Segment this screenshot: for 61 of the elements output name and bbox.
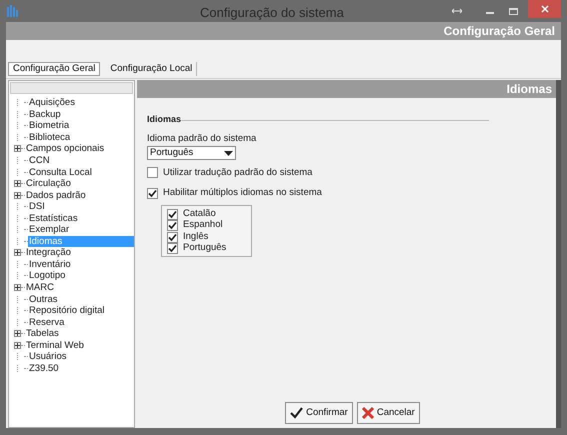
resize-icon[interactable]: [452, 8, 462, 14]
tree-item[interactable]: Inventário: [28, 258, 72, 270]
tree-item[interactable]: CCN: [28, 155, 51, 166]
tree-item[interactable]: Biblioteca: [28, 132, 72, 143]
checkbox[interactable]: [147, 188, 158, 199]
dropdown-arrow-icon: [224, 148, 233, 157]
checkbox[interactable]: [147, 167, 158, 178]
tree-item[interactable]: Z39.50: [28, 362, 60, 374]
checkbox[interactable]: [167, 232, 178, 242]
tab[interactable]: Configuração Local: [106, 62, 198, 76]
field-label: Idioma padrão do sistema: [147, 132, 258, 146]
tree-item[interactable]: Backup: [28, 108, 62, 120]
maximize-icon[interactable]: [509, 8, 518, 14]
section-title: Idiomas: [506, 81, 552, 98]
checkbox-label: Utilizar tradução padrão do sistema: [163, 166, 312, 180]
language-dropdown[interactable]: Português: [147, 146, 236, 160]
tree-item[interactable]: Integração: [25, 247, 72, 258]
tree-item[interactable]: Tabelas: [25, 328, 60, 340]
tree-item[interactable]: Reserva: [28, 316, 66, 328]
checkbox-label: Habilitar múltiplos idiomas no sistema: [163, 186, 322, 200]
close-button[interactable]: [528, 0, 561, 18]
tree-item[interactable]: Aquisições: [28, 97, 76, 108]
language-label: Espanhol: [183, 218, 223, 232]
tree-item[interactable]: MARC: [25, 282, 55, 294]
expand-icon[interactable]: [14, 145, 21, 152]
tree-item[interactable]: Exemplar: [28, 224, 70, 236]
expand-icon[interactable]: [14, 249, 21, 256]
tree-filter-field[interactable]: [10, 82, 133, 94]
expand-icon[interactable]: [14, 342, 21, 349]
checkbox[interactable]: [167, 208, 178, 220]
expand-icon[interactable]: [14, 192, 21, 199]
tree-item[interactable]: Usuários: [28, 351, 68, 362]
language-label: Inglês: [183, 230, 208, 243]
header-title: Configuração Geral: [444, 23, 555, 40]
tree-item[interactable]: DSI: [28, 201, 46, 212]
tree-item[interactable]: Circulação: [25, 178, 72, 190]
checkbox[interactable]: [167, 220, 178, 231]
tree-item[interactable]: Consulta Local: [28, 166, 93, 178]
cross-icon: [362, 407, 374, 419]
tree-item[interactable]: Outras: [28, 294, 59, 305]
tab[interactable]: Configuração Geral: [8, 62, 100, 76]
expand-icon[interactable]: [14, 180, 21, 188]
tree-item[interactable]: Repositório digital: [28, 305, 106, 316]
expand-icon[interactable]: [14, 330, 21, 338]
tree-item[interactable]: Dados padrão: [25, 190, 87, 201]
checkbox[interactable]: [167, 243, 178, 254]
expand-icon[interactable]: [14, 284, 21, 292]
app-logo-icon: [7, 5, 19, 17]
tree-item[interactable]: Terminal Web: [25, 340, 85, 351]
checkmark-icon: [290, 407, 304, 419]
tree-item[interactable]: Estatísticas: [28, 212, 79, 224]
group-title: Idiomas: [147, 113, 182, 126]
confirm-button[interactable]: Confirmar: [285, 402, 353, 424]
window-title: Configuração do sistema: [200, 4, 344, 22]
tree-item[interactable]: Campos opcionais: [25, 143, 106, 154]
language-label: Catalão: [183, 206, 216, 220]
tree-item[interactable]: Logotipo: [28, 270, 66, 282]
close-icon: [540, 5, 548, 13]
language-label: Português: [183, 241, 226, 256]
cancel-button[interactable]: Cancelar: [356, 402, 420, 424]
tree-item[interactable]: Biometria: [28, 120, 70, 132]
